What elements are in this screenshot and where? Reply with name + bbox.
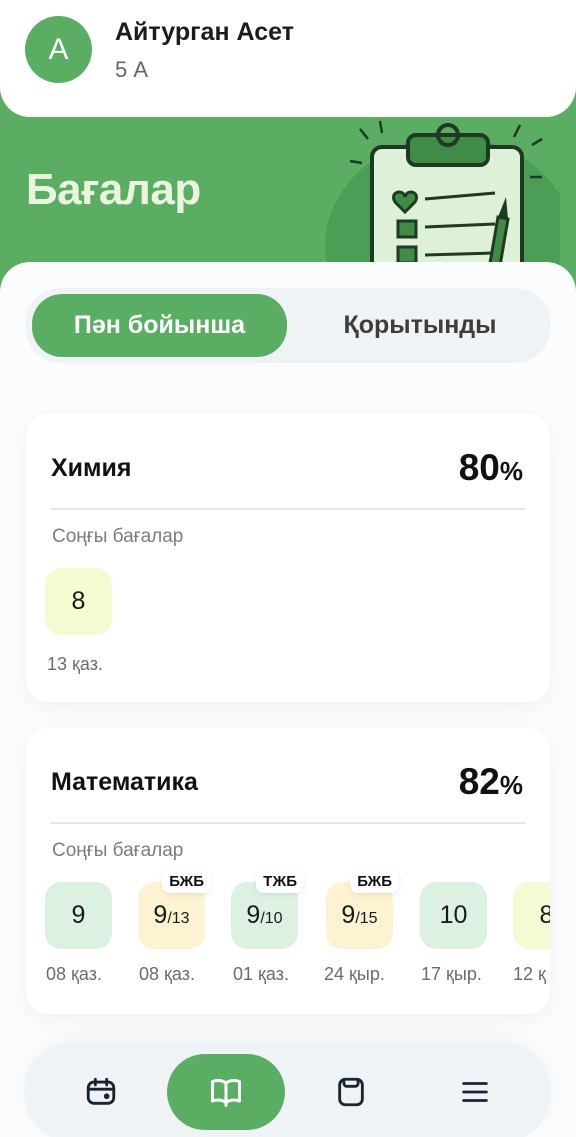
grade-date: 24 қыр. [324,964,385,984]
tab-final[interactable]: Қорытынды [295,294,545,357]
diary-icon [338,1077,364,1107]
grades-row: 9 08 қаз. 9/13 БЖБ 08 қаз. 9/10 ТЖБ 01 қ… [45,870,550,1002]
subject-name: Математика [51,768,198,796]
nav-diary[interactable] [292,1054,410,1130]
subject-percent: 82% [458,761,523,802]
student-class: 5 А [115,57,149,82]
avatar[interactable]: А [25,16,92,83]
grade-date: 08 қаз. [46,964,102,984]
tab-by-subject[interactable]: Пән бойынша [32,294,287,357]
grade-date: 01 қаз. [233,964,289,984]
grade-chip[interactable]: 8 [513,882,550,949]
assessment-badge: БЖБ [350,870,399,893]
content-sheet: Пән бойынша Қорытынды Химия 80% Соңғы ба… [0,262,576,1137]
grade-date: 12 қ [513,964,546,984]
grade-chip[interactable]: 10 [420,882,487,949]
grade-date: 08 қаз. [139,964,195,984]
grade-chip[interactable]: 9/15 БЖБ [326,870,399,949]
recent-grades-label: Соңғы бағалар [52,526,184,547]
book-icon [211,1079,241,1107]
divider [51,822,525,824]
grade-chip[interactable]: 9 [45,882,112,949]
profile-header[interactable]: А Айтурган Асет 5 А [0,0,576,117]
grades-row: 8 13 қаз. [45,568,550,688]
assessment-badge: БЖБ [162,870,211,893]
nav-grades[interactable] [167,1054,285,1130]
menu-icon [462,1082,488,1102]
view-switcher: Пән бойынша Қорытынды [25,288,551,363]
subject-name: Химия [51,454,132,482]
student-name: Айтурган Асет [115,18,294,46]
nav-menu[interactable] [416,1054,534,1130]
calendar-icon [86,1077,116,1105]
grade-date: 13 қаз. [47,654,103,674]
divider [51,508,525,510]
grade-date: 17 қыр. [421,964,482,984]
grade-chip[interactable]: 9/10 ТЖБ [231,870,304,949]
subject-percent: 80% [458,447,523,488]
grade-chip[interactable]: 8 [45,568,112,635]
assessment-badge: ТЖБ [256,870,304,893]
bottom-nav [24,1042,551,1137]
subject-card-math[interactable]: Математика 82% Соңғы бағалар 9 08 қаз. 9… [26,728,550,1014]
page-title: Бағалар [26,165,201,214]
recent-grades-label: Соңғы бағалар [52,840,184,861]
nav-schedule[interactable] [42,1054,160,1130]
subject-card-chemistry[interactable]: Химия 80% Соңғы бағалар 8 13 қаз. [26,414,550,702]
grade-chip[interactable]: 9/13 БЖБ [138,870,211,949]
